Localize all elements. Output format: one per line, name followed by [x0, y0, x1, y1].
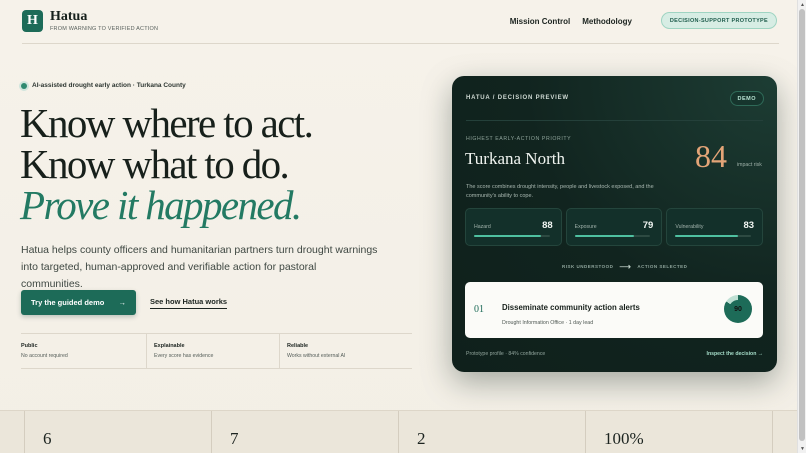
flow-to: ACTION SELECTED [637, 264, 688, 269]
inspect-decision-link[interactable]: Inspect the decision → [707, 351, 764, 357]
metric-value: 79 [642, 220, 654, 231]
demo-badge: DEMO [729, 91, 764, 106]
feature-title: Explainable [154, 343, 185, 349]
action-subtitle: Drought Information Office · 1 day lead [502, 320, 594, 326]
brand-name[interactable]: Hatua [50, 9, 87, 25]
guided-demo-button[interactable]: Try the guided demo → [21, 290, 136, 315]
feature-subtitle: No account required [21, 353, 68, 359]
logo-icon[interactable]: H [22, 10, 43, 32]
metric-bar [474, 235, 550, 237]
action-title: Disseminate community action alerts [502, 303, 640, 312]
metric-value: 88 [542, 220, 553, 231]
feature-item: Explainable Every score has evidence [146, 334, 279, 368]
metric-hazard: Hazard 88 [465, 208, 562, 246]
headline-line-2: Know what to do. [20, 141, 290, 187]
metric-exposure: Exposure 79 [565, 208, 663, 246]
impact-score: 84 [695, 138, 727, 174]
page: H Hatua FROM WARNING TO VERIFIED ACTION … [0, 0, 797, 453]
headline-line-3: Prove it happened. [20, 182, 302, 228]
action-number: 01 [474, 304, 484, 315]
stat-value: 7 [211, 411, 398, 453]
how-it-works-link[interactable]: See how Hatua works [150, 297, 228, 309]
metric-bar [675, 235, 752, 237]
arrow-right-icon: → [118, 298, 127, 307]
hero-eyebrow: AI-assisted drought early action · Turka… [21, 82, 186, 89]
stats-strip: 6 7 2 100% [0, 410, 797, 453]
priority-label: HIGHEST EARLY-ACTION PRIORITY [466, 136, 572, 142]
progress-ring: 90 [724, 295, 752, 323]
guided-demo-label: Try the guided demo [31, 298, 105, 307]
status-dot-icon [21, 82, 27, 89]
progress-ring-value: 90 [729, 300, 747, 318]
metric-label: Hazard [474, 224, 491, 230]
decision-flow: RISK UNDERSTOOD ⟶ ACTION SELECTED [562, 262, 687, 271]
main-nav: Mission Control Methodology [510, 17, 632, 26]
flow-from: RISK UNDERSTOOD [562, 264, 614, 269]
stats-row: 6 7 2 100% [24, 411, 773, 453]
impact-score-unit: impact risk [737, 162, 762, 168]
feature-subtitle: Every score has evidence [154, 353, 214, 359]
feature-item: Reliable Works without external AI [279, 334, 412, 368]
nav-mission-control[interactable]: Mission Control [510, 17, 570, 26]
metric-bar-fill [675, 235, 739, 237]
header: H Hatua FROM WARNING TO VERIFIED ACTION … [22, 9, 777, 44]
brand-tagline: FROM WARNING TO VERIFIED ACTION [50, 26, 159, 32]
metric-value: 83 [743, 220, 755, 231]
feature-item: Public No account required [21, 334, 146, 368]
recommended-action[interactable]: 01 Disseminate community action alerts D… [465, 282, 763, 338]
score-description: The score combines drought intensity, pe… [466, 184, 654, 199]
metric-label: Vulnerability [675, 224, 704, 230]
nav-methodology[interactable]: Methodology [582, 17, 632, 26]
arrow-right-icon: ⟶ [619, 262, 632, 271]
card-divider [466, 120, 763, 121]
decision-preview-card: HATUA / DECISION PREVIEW DEMO HIGHEST EA… [452, 76, 777, 372]
stat-value: 100% [585, 411, 773, 453]
metric-bar-fill [574, 235, 635, 237]
confidence-note: Prototype profile · 84% confidence [466, 351, 546, 357]
metric-list: Hazard 88 Exposure 79 Vulnerability 83 [465, 208, 764, 246]
metric-bar-fill [474, 235, 541, 237]
feature-list: Public No account required Explainable E… [21, 333, 412, 369]
card-title: HATUA / DECISION PREVIEW [466, 95, 569, 101]
scroll-down-icon[interactable]: ▼ [799, 445, 806, 452]
hero-lead: Hatua helps county officers and humanita… [21, 244, 378, 290]
vertical-scrollbar[interactable]: ▲ ▼ [797, 0, 806, 453]
metric-bar [574, 235, 651, 237]
stat-value: 6 [24, 411, 211, 453]
metric-vulnerability: Vulnerability 83 [666, 208, 764, 246]
feature-subtitle: Works without external AI [287, 353, 346, 359]
feature-title: Reliable [287, 343, 309, 349]
region-name: Turkana North [465, 149, 565, 168]
eyebrow-text: AI-assisted drought early action · Turka… [32, 82, 186, 89]
prototype-badge: DECISION-SUPPORT PROTOTYPE [660, 12, 777, 29]
hero-headline: Know where to act. Know what to do. Prov… [20, 100, 314, 228]
metric-label: Exposure [574, 224, 597, 230]
scroll-up-icon[interactable]: ▲ [799, 1, 806, 8]
feature-title: Public [21, 343, 38, 349]
headline-line-1: Know where to act. [20, 100, 314, 146]
header-divider [22, 43, 779, 44]
scrollbar-thumb[interactable] [799, 9, 805, 441]
stat-value: 2 [398, 411, 585, 453]
